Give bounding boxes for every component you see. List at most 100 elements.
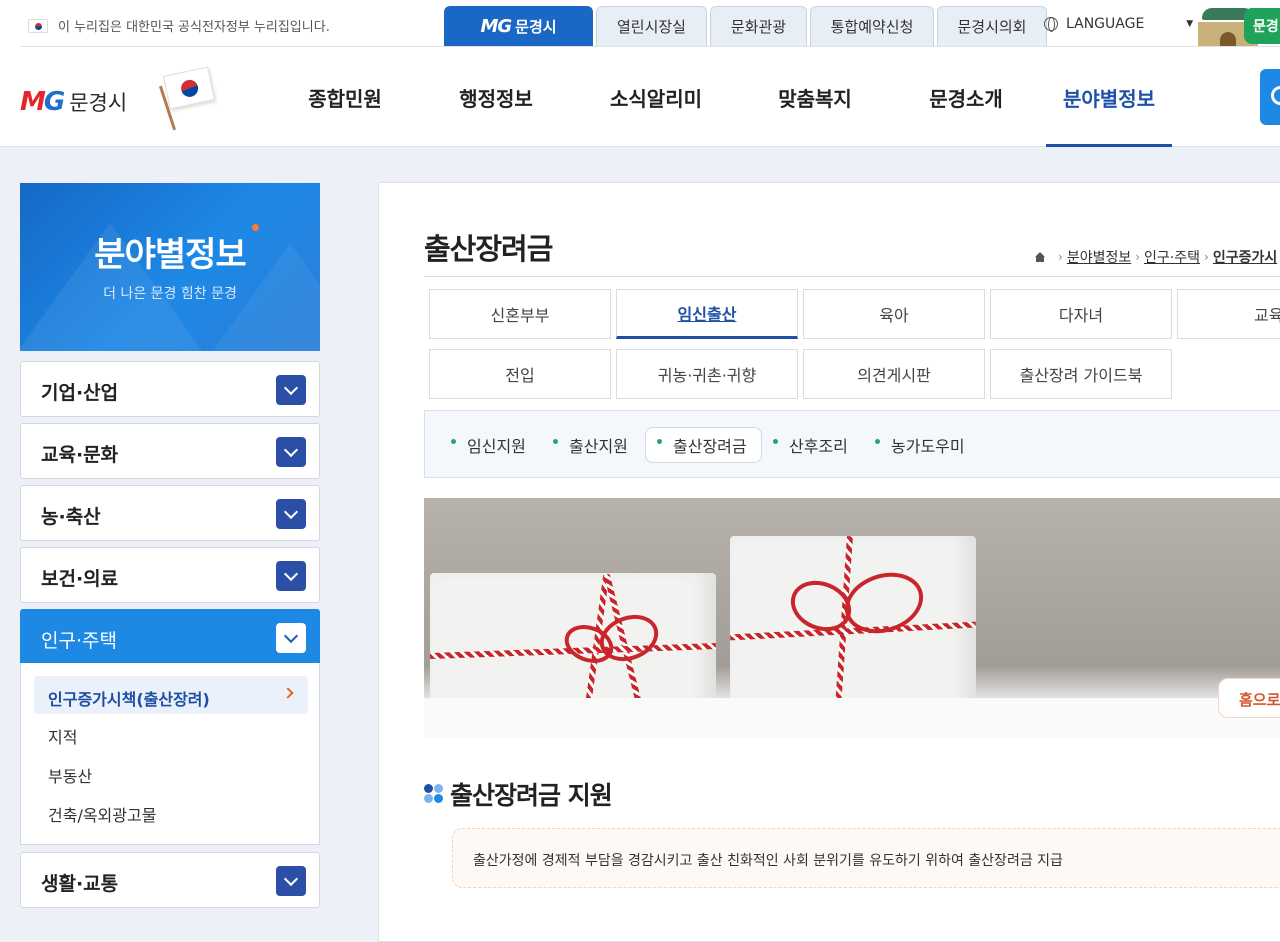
badge-label: 문경 bbox=[1253, 19, 1279, 35]
gov-notice-text: 이 누리집은 대한민국 공식전자정부 누리집입니다. bbox=[58, 20, 330, 35]
submenu-item-construction[interactable]: 건축/옥외광고물 bbox=[48, 802, 156, 826]
site-tab-label: 열린시장실 bbox=[616, 18, 686, 36]
subnav-item-pregnancy-support[interactable]: 임신지원 bbox=[451, 433, 526, 457]
mg-logo: MG bbox=[20, 87, 65, 117]
globe-icon bbox=[1044, 17, 1058, 32]
submenu-item-population-policy[interactable]: 인구증가시책(출산장려) bbox=[34, 676, 308, 714]
gnb-item-civil-service[interactable]: 종합민원 bbox=[270, 47, 420, 147]
tab-childcare[interactable]: 육아 bbox=[803, 289, 985, 339]
taegukgi-flag-icon bbox=[158, 65, 222, 131]
site-tab-mayor[interactable]: 열린시장실 bbox=[596, 6, 707, 46]
sidebar-item-business[interactable]: 기업·산업 bbox=[20, 361, 320, 417]
sidebar-item-health[interactable]: 보건·의료 bbox=[20, 547, 320, 603]
site-tab-tourism[interactable]: 문화관광 bbox=[710, 6, 807, 46]
site-logo[interactable]: MG 문경시 bbox=[20, 87, 127, 117]
subnav-label: 출산지원 bbox=[569, 437, 628, 456]
language-selector[interactable]: LANGUAGE ▼ bbox=[1044, 16, 1193, 32]
submenu-item-real-estate[interactable]: 부동산 bbox=[48, 763, 92, 787]
site-header: MG 문경시 종합민원 행정정보 소식알리미 맞춤복지 문경소개 분야별정보 bbox=[0, 47, 1280, 147]
sub-navigation: 임신지원 출산지원 출산장려금 산후조리 농가도우미 bbox=[424, 410, 1280, 478]
sidebar-item-education[interactable]: 교육·문화 bbox=[20, 423, 320, 479]
gnb-item-welfare[interactable]: 맞춤복지 bbox=[740, 47, 890, 147]
section-dots-icon bbox=[424, 784, 444, 804]
sidebar-submenu: 인구증가시책(출산장려) 지적 부동산 건축/옥외광고물 bbox=[20, 663, 320, 845]
logo-city-name: 문경시 bbox=[69, 91, 128, 115]
gnb-item-administration[interactable]: 행정정보 bbox=[420, 47, 572, 147]
sidebar-item-label: 농·축산 bbox=[41, 506, 101, 528]
sidebar-item-label: 생활·교통 bbox=[41, 873, 119, 895]
home-icon[interactable] bbox=[1034, 251, 1046, 263]
subnav-label: 출산장려금 bbox=[673, 437, 747, 456]
gnb-item-news[interactable]: 소식알리미 bbox=[572, 47, 740, 147]
breadcrumb-current[interactable]: 인구증가시 bbox=[1213, 247, 1277, 267]
mg-logo-mark: MG bbox=[480, 16, 512, 37]
submenu-label: 인구증가시책(출산장려) bbox=[48, 690, 210, 709]
chevron-down-icon[interactable] bbox=[276, 437, 306, 467]
chevron-right-icon bbox=[282, 687, 294, 699]
section-title-text: 출산장려금 지원 bbox=[450, 781, 613, 810]
breadcrumb-link[interactable]: 분야별정보 bbox=[1067, 247, 1131, 267]
tab-guidebook[interactable]: 출산장려 가이드북 bbox=[990, 349, 1172, 399]
purpose-notice-text: 출산가정에 경제적 부담을 경감시키고 출산 친화적인 사회 분위기를 유도하기… bbox=[473, 853, 1063, 869]
bullet-icon bbox=[451, 438, 456, 444]
gnb-item-about[interactable]: 문경소개 bbox=[890, 47, 1042, 147]
mungyeong-badge[interactable]: 문경 bbox=[1244, 8, 1280, 44]
chevron-down-icon[interactable] bbox=[276, 375, 306, 405]
bullet-icon bbox=[553, 438, 558, 444]
sidebar-item-label: 인구·주택 bbox=[41, 630, 117, 652]
site-tab-reservation[interactable]: 통합예약신청 bbox=[810, 6, 934, 46]
sidebar-item-agriculture[interactable]: 농·축산 bbox=[20, 485, 320, 541]
site-tab-mungyeong[interactable]: MG 문경시 bbox=[444, 6, 593, 46]
site-tab-label: 문경시 bbox=[515, 18, 557, 36]
tab-multi-child[interactable]: 다자녀 bbox=[990, 289, 1172, 339]
tab-newlyweds[interactable]: 신혼부부 bbox=[429, 289, 611, 339]
subnav-item-farm-helper[interactable]: 농가도우미 bbox=[875, 433, 965, 457]
subnav-label: 산후조리 bbox=[789, 437, 848, 456]
page-title: 출산장려금 bbox=[424, 232, 553, 266]
site-tabs: MG 문경시 열린시장실 문화관광 통합예약신청 문경시의회 bbox=[444, 6, 1047, 46]
sidebar-item-label: 기업·산업 bbox=[41, 382, 119, 404]
site-tab-label: 문경시의회 bbox=[957, 18, 1027, 36]
subnav-label: 농가도우미 bbox=[891, 437, 965, 456]
breadcrumb: › 분야별정보 › 인구·주택 › 인구증가시 bbox=[1034, 247, 1277, 267]
subnav-label: 임신지원 bbox=[467, 437, 526, 456]
accent-dot bbox=[252, 224, 259, 231]
section-title: 출산장려금 지원 bbox=[424, 776, 613, 812]
gnb-item-field-info[interactable]: 분야별정보 bbox=[1046, 47, 1172, 147]
gift-boxes-banner-image bbox=[424, 498, 1280, 738]
chevron-right-icon: › bbox=[1058, 250, 1063, 264]
sidebar-item-label: 교육·문화 bbox=[41, 444, 119, 466]
submenu-item-cadastre[interactable]: 지적 bbox=[48, 724, 77, 748]
sidebar-item-population-housing[interactable]: 인구·주택 bbox=[20, 609, 320, 665]
search-button[interactable] bbox=[1260, 69, 1280, 125]
caret-down-icon: ▼ bbox=[1186, 19, 1194, 29]
chevron-down-icon[interactable] bbox=[276, 499, 306, 529]
chevron-down-icon[interactable] bbox=[276, 561, 306, 591]
tab-move-in[interactable]: 전입 bbox=[429, 349, 611, 399]
title-divider bbox=[424, 276, 1280, 277]
main-navigation: 종합민원 행정정보 소식알리미 맞춤복지 문경소개 분야별정보 bbox=[270, 47, 1172, 147]
subnav-item-birth-support[interactable]: 출산지원 bbox=[553, 433, 628, 457]
utility-bar: 이 누리집은 대한민국 공식전자정부 누리집입니다. MG 문경시 열린시장실 문… bbox=[0, 0, 1280, 52]
chevron-right-icon: › bbox=[1135, 250, 1141, 264]
sidebar-title: 분야별정보 bbox=[94, 235, 246, 275]
site-tab-label: 통합예약신청 bbox=[830, 18, 914, 36]
subnav-item-postnatal-care[interactable]: 산후조리 bbox=[773, 433, 848, 457]
site-tab-council[interactable]: 문경시의회 bbox=[937, 6, 1047, 46]
chevron-down-icon[interactable] bbox=[276, 866, 306, 896]
tab-opinion-board[interactable]: 의견게시판 bbox=[803, 349, 985, 399]
sidebar-item-label: 보건·의료 bbox=[41, 568, 119, 590]
breadcrumb-link[interactable]: 인구·주택 bbox=[1144, 247, 1200, 267]
korean-flag-icon bbox=[28, 18, 48, 33]
bullet-icon bbox=[773, 438, 778, 444]
subnav-item-birth-incentive[interactable]: 출산장려금 bbox=[645, 427, 762, 463]
tab-education[interactable]: 교육 bbox=[1177, 289, 1280, 339]
tab-pregnancy-birth[interactable]: 임신출산 bbox=[616, 289, 798, 339]
chevron-down-icon[interactable] bbox=[276, 623, 306, 653]
go-home-button[interactable]: 홈으로 bbox=[1218, 678, 1280, 718]
sidebar-subtitle: 더 나은 문경 힘찬 문경 bbox=[103, 286, 237, 302]
sidebar-banner: 분야별정보 더 나은 문경 힘찬 문경 bbox=[20, 183, 320, 351]
tab-return-farming[interactable]: 귀농·귀촌·귀향 bbox=[616, 349, 798, 399]
bullet-icon bbox=[875, 438, 880, 444]
purpose-notice-box: 출산가정에 경제적 부담을 경감시키고 출산 친화적인 사회 분위기를 유도하기… bbox=[452, 828, 1280, 888]
